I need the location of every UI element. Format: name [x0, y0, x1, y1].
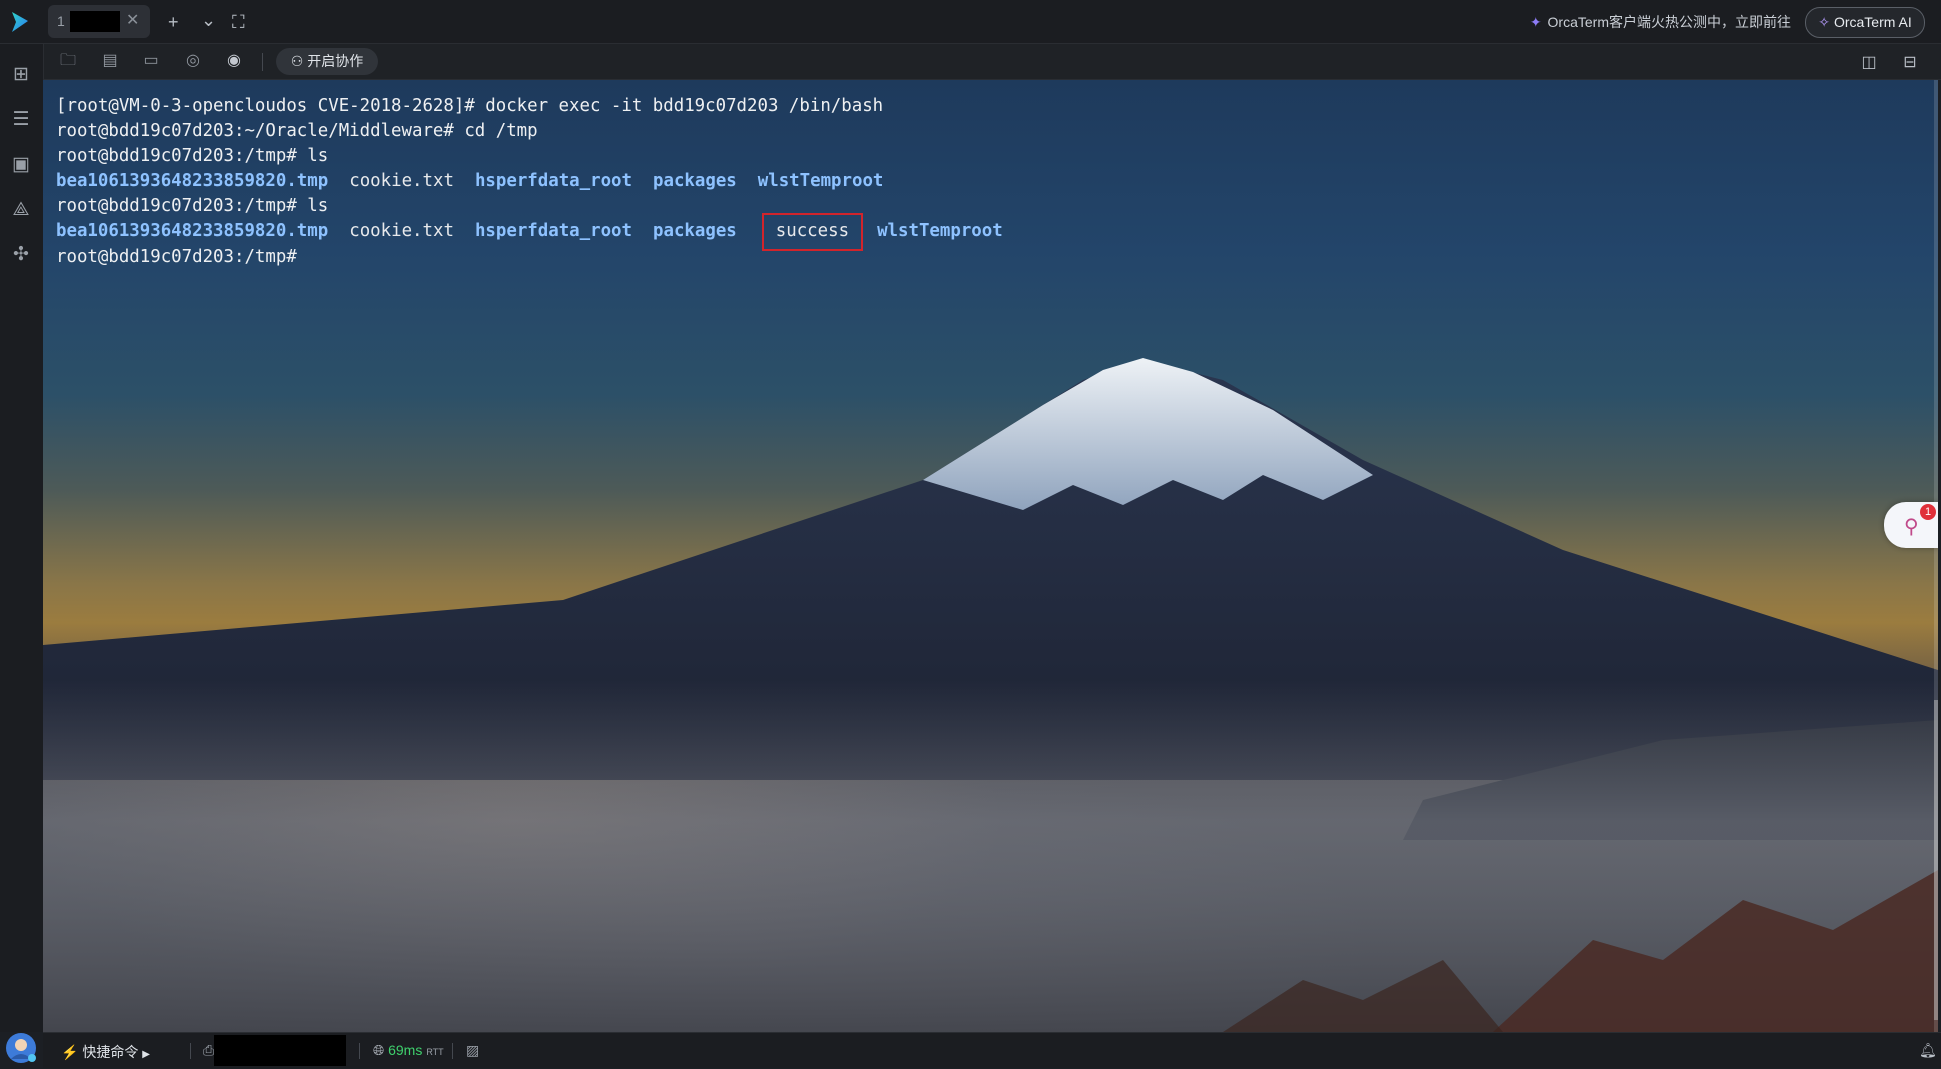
latency-unit: RTT [426, 1047, 444, 1057]
lightning-icon: ⚡ [61, 1044, 79, 1060]
ls-output-line: bea1061393648233859820.tmp cookie.txt hspe… [56, 213, 1024, 251]
host-name-redacted [214, 1035, 346, 1066]
dir-entry: hsperfdata_root [474, 221, 632, 242]
status-bar: ⚡ 快捷命令 ▶ ⎙ 🌐︎ 69ms RTT ▨ 🔔︎ [43, 1032, 1941, 1068]
terminal-output: [root@VM-0-3-opencloudos CVE-2018-2628]#… [56, 94, 1024, 270]
orcaterm-ai-button[interactable]: ✧ OrcaTerm AI [1805, 7, 1925, 38]
plugins-icon[interactable]: ✣ [10, 244, 32, 266]
server-list-icon[interactable]: ☰ [10, 109, 32, 131]
snapshot-icon[interactable]: ◉ [224, 52, 244, 70]
file-entry: bea1061393648233859820.tmp [56, 171, 329, 192]
dir-entry: hsperfdata_root [474, 171, 632, 192]
user-share-icon: ⚇ [290, 53, 308, 69]
ai-button-label: OrcaTerm AI [1833, 14, 1912, 30]
file-entry: cookie.txt [349, 171, 454, 192]
user-avatar[interactable] [5, 1032, 37, 1064]
quick-commands-label: 快捷命令 [82, 1044, 139, 1060]
quick-commands-button[interactable]: ⚡ 快捷命令 ▶ [61, 1042, 150, 1062]
terminal-window-icon[interactable]: ▭ [141, 52, 161, 70]
terminal-toolbar: 🗀 ▤ ▭ ◎ ◉ ⚇ 开启协作 ◫ ⊟ [43, 44, 1941, 80]
ai-sparkle-icon: ✧ [1818, 14, 1830, 30]
file-manager-icon[interactable]: 🗀 [58, 52, 78, 70]
dir-entry: wlstTemproot [877, 221, 1003, 242]
sparkle-icon: ✦ [1529, 14, 1542, 30]
terminal-line: root@bdd19c07d203:/tmp# ls [56, 146, 329, 167]
toolbar-divider [262, 53, 263, 71]
session-record-icon[interactable]: ▤ [100, 52, 120, 70]
security-icon[interactable]: ◎ [183, 52, 203, 70]
tab-dropdown-icon[interactable]: ⌄ [201, 10, 216, 30]
fullscreen-icon[interactable]: ⛶ [232, 12, 245, 32]
ls-output-line: bea1061393648233859820.tmp cookie.txt hspe… [56, 169, 1024, 194]
host-icon: ⎙ [203, 1042, 215, 1058]
collab-label: 开启协作 [307, 53, 364, 69]
dir-entry: packages [653, 221, 737, 242]
notification-badge: 1 [1920, 504, 1936, 520]
terminal-line: [root@VM-0-3-opencloudos CVE-2018-2628]#… [56, 96, 884, 116]
success-file-highlighted: success [761, 213, 864, 251]
status-divider [359, 1043, 360, 1059]
client-promo-link[interactable]: ✦ OrcaTerm客户端火热公测中，立即前往 [1530, 12, 1791, 32]
file-entry: bea1061393648233859820.tmp [56, 221, 329, 242]
location-pin-icon: ⚲ [1904, 516, 1919, 538]
terminal-prompt-line: root@bdd19c07d203:/tmp# [56, 246, 297, 267]
network-icon[interactable]: ⟁ [10, 199, 32, 221]
terminal-line: root@bdd19c07d203:/tmp# ls [56, 196, 329, 217]
terminal-scrollbar[interactable] [1934, 80, 1938, 1032]
left-sidebar: ⊞ ☰ ▣ ⟁ ✣ [0, 44, 44, 1032]
start-collaboration-button[interactable]: ⚇ 开启协作 [276, 48, 378, 75]
scrollbar-thumb[interactable] [1934, 700, 1938, 1020]
dir-entry: wlstTemproot [757, 171, 884, 192]
caret-right-icon: ▶ [142, 1049, 150, 1060]
terminal-line: root@bdd19c07d203:~/Oracle/Middleware# c… [56, 121, 538, 142]
tab-title-redacted [70, 11, 120, 32]
status-divider [452, 1043, 453, 1059]
terminal-pane[interactable]: [root@VM-0-3-opencloudos CVE-2018-2628]#… [43, 80, 1938, 1032]
globe-icon: 🌐︎ [373, 1042, 385, 1058]
tab-index: 1 [57, 13, 65, 29]
notification-bell-icon[interactable]: 🔔︎ [1919, 1042, 1937, 1059]
title-bar: 1 ✕ + ⌄ ⛶ ✦ OrcaTerm客户端火热公测中，立即前往 ✧ OrcaTe… [0, 0, 1941, 44]
orcaterm-logo-icon[interactable] [8, 10, 32, 34]
monitor-chart-icon[interactable]: ▨ [466, 1042, 479, 1059]
latency-value: 69ms [388, 1042, 423, 1058]
contacts-icon[interactable]: ▣ [10, 154, 32, 176]
split-horizontal-icon[interactable]: ⊟ [1900, 52, 1920, 71]
split-vertical-icon[interactable]: ◫ [1859, 52, 1879, 71]
network-latency: 🌐︎ 69ms RTT [373, 1042, 444, 1059]
file-entry: cookie.txt [349, 221, 454, 242]
dir-entry: packages [653, 171, 737, 192]
status-divider [190, 1043, 191, 1059]
dashboard-grid-icon[interactable]: ⊞ [10, 64, 32, 86]
terminal-tab[interactable]: 1 ✕ [48, 5, 150, 38]
close-tab-icon[interactable]: ✕ [126, 10, 139, 30]
new-tab-icon[interactable]: + [168, 12, 179, 32]
assistant-floating-button[interactable]: ⚲ 1 [1884, 502, 1938, 548]
promo-text: OrcaTerm客户端火热公测中，立即前往 [1547, 14, 1791, 30]
